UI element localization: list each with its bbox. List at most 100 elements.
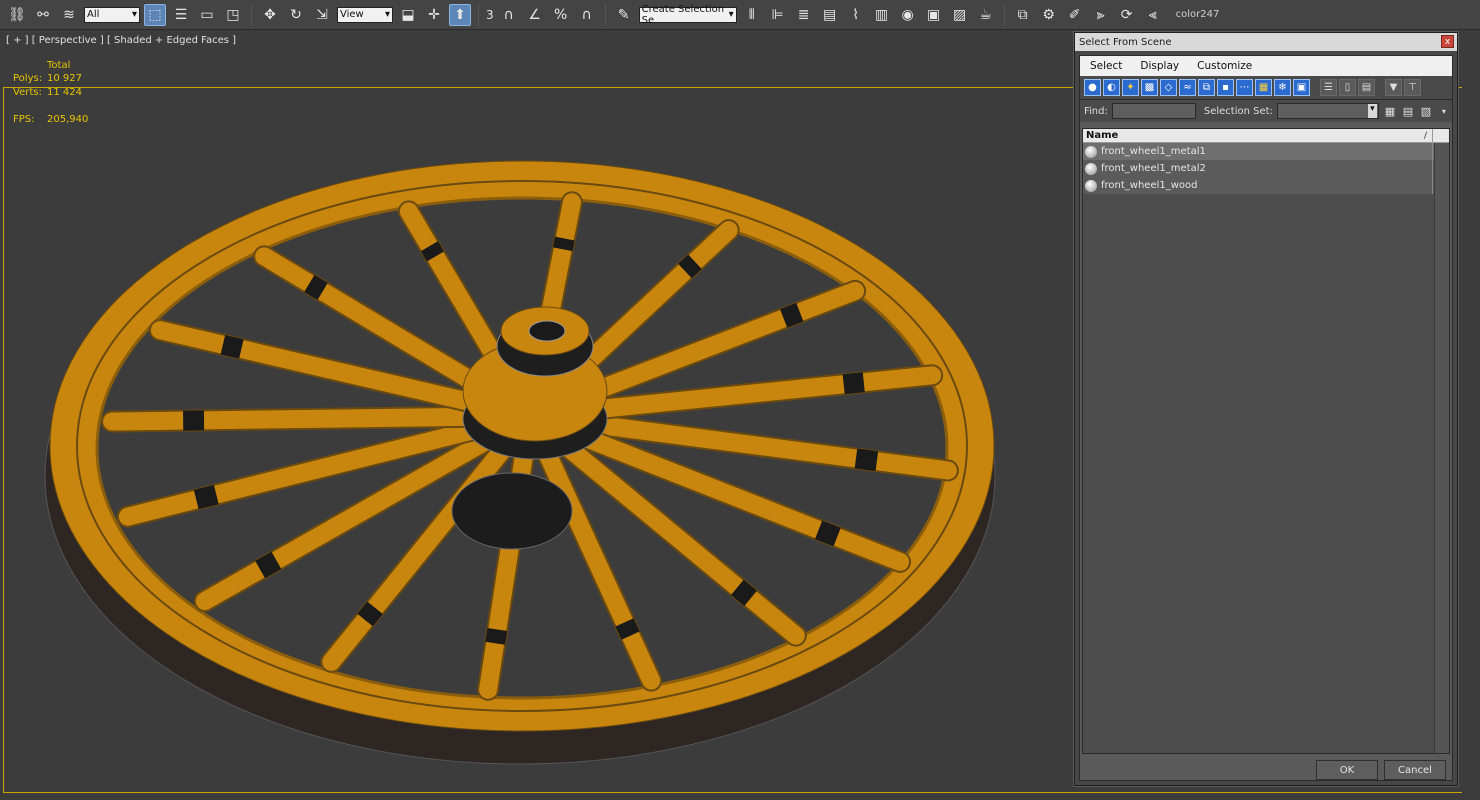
advanced-filter-icon[interactable]: ⊤: [1404, 79, 1421, 96]
mirror-icon[interactable]: ⫴: [741, 4, 763, 26]
material-editor-icon[interactable]: ◉: [897, 4, 919, 26]
link-icon[interactable]: ⛓: [6, 4, 28, 26]
object-name: front_wheel1_metal2: [1101, 163, 1206, 174]
scale-icon[interactable]: ⇲: [311, 4, 333, 26]
spoke-metal-band: [420, 241, 445, 262]
spinner-snap-icon[interactable]: ∩: [576, 4, 598, 26]
menu-select[interactable]: Select: [1090, 60, 1122, 72]
rotate-icon[interactable]: ↻: [285, 4, 307, 26]
display-lights-icon[interactable]: ✦: [1122, 79, 1139, 96]
render-production-icon[interactable]: ☕: [975, 4, 997, 26]
list-header: Name /: [1083, 129, 1449, 143]
reset-xform-icon[interactable]: ⟳: [1116, 4, 1138, 26]
select-by-name-icon[interactable]: ☰: [170, 4, 192, 26]
object-name: front_wheel1_wood: [1101, 180, 1198, 191]
cancel-button[interactable]: Cancel: [1384, 760, 1446, 780]
collapse-icon[interactable]: ⫷: [1142, 4, 1164, 26]
select-all-icon[interactable]: ☰: [1320, 79, 1337, 96]
hub-axle-hole: [528, 320, 566, 342]
select-invert-icon[interactable]: ▤: [1358, 79, 1375, 96]
dialog-title: Select From Scene: [1079, 36, 1172, 48]
angle-snap-icon[interactable]: ∠: [524, 4, 546, 26]
align-icon[interactable]: ⊫: [767, 4, 789, 26]
edit-named-selection-icon[interactable]: ✎: [613, 4, 635, 26]
render-setup-icon[interactable]: ▣: [923, 4, 945, 26]
named-selection-dropdown[interactable]: Create Selection Se: [638, 4, 737, 26]
select-object-icon[interactable]: ⬚: [144, 3, 166, 26]
toggle-ribbon-icon[interactable]: ▤: [819, 4, 841, 26]
object-paint-icon[interactable]: ✐: [1064, 4, 1086, 26]
spoke-metal-band: [485, 628, 508, 645]
ok-button[interactable]: OK: [1316, 760, 1378, 780]
list-item[interactable]: front_wheel1_metal2: [1083, 160, 1449, 177]
curve-editor-icon[interactable]: ⌇: [845, 4, 867, 26]
find-input[interactable]: [1111, 103, 1196, 119]
display-frozen-icon[interactable]: ❄: [1274, 79, 1291, 96]
select-none-icon[interactable]: ▯: [1339, 79, 1356, 96]
menu-display[interactable]: Display: [1140, 60, 1179, 72]
spoke-metal-band: [255, 551, 282, 579]
spoke-metal-band: [304, 274, 328, 301]
column-divider: [1432, 160, 1433, 177]
percent-snap-icon[interactable]: %: [550, 4, 572, 26]
display-groups-icon[interactable]: ⧉: [1198, 79, 1215, 96]
snap-toggle-number[interactable]: 3: [486, 8, 494, 22]
find-label: Find:: [1084, 105, 1108, 117]
spoke-metal-band: [678, 254, 702, 279]
remove-from-selection-set-icon[interactable]: ▧: [1419, 104, 1433, 118]
spoke-metal-band: [730, 579, 758, 607]
display-space-warps-icon[interactable]: ≈: [1179, 79, 1196, 96]
unlink-icon[interactable]: ⚯: [32, 4, 54, 26]
window-crossing-icon[interactable]: ◳: [222, 4, 244, 26]
spoke-metal-band: [814, 520, 841, 547]
toolbar-separator: [604, 3, 606, 26]
spoke-metal-band: [357, 601, 383, 627]
rendered-frame-window-icon[interactable]: ▨: [949, 4, 971, 26]
display-shapes-icon[interactable]: ◐: [1103, 79, 1120, 96]
list-item[interactable]: front_wheel1_wood: [1083, 177, 1449, 194]
column-name-header[interactable]: Name: [1086, 130, 1118, 141]
new-selection-set-icon[interactable]: ▦: [1383, 104, 1397, 118]
display-xrefs-icon[interactable]: ▪: [1217, 79, 1234, 96]
main-toolbar: ⛓ ⚯ ≋ All ⬚ ☰ ▭ ◳ ✥ ↻ ⇲ View ⬓ ✛ ⬆ 3 ∩ ∠…: [0, 0, 1480, 30]
selection-filter-dropdown[interactable]: All: [84, 6, 140, 23]
pivot-center-icon[interactable]: ⬓: [397, 4, 419, 26]
geometry-object-icon: [1085, 179, 1097, 192]
wagon-wheel-model[interactable]: [0, 31, 1075, 800]
add-to-selection-set-icon[interactable]: ▤: [1401, 104, 1415, 118]
open-container-icon[interactable]: ⧉: [1012, 4, 1034, 26]
selection-set-dropdown[interactable]: [1276, 103, 1379, 119]
list-item[interactable]: front_wheel1_metal1: [1083, 143, 1449, 160]
spoke-metal-band: [780, 302, 804, 328]
close-icon[interactable]: x: [1441, 35, 1454, 48]
rectangular-selection-icon[interactable]: ▭: [196, 4, 218, 26]
filter-icon[interactable]: ▼: [1385, 79, 1402, 96]
sort-indicator[interactable]: /: [1424, 131, 1427, 141]
display-containers-icon[interactable]: ▦: [1255, 79, 1272, 96]
move-icon[interactable]: ✥: [259, 4, 281, 26]
display-hidden-icon[interactable]: ▣: [1293, 79, 1310, 96]
spoke-metal-band: [220, 334, 244, 359]
spoke-metal-band: [842, 372, 865, 395]
expand-chevron-icon[interactable]: ▾: [1437, 104, 1451, 118]
find-row: Find: Selection Set: ▦ ▤ ▧ ▾: [1080, 100, 1452, 122]
display-geometry-icon[interactable]: ●: [1084, 79, 1101, 96]
select-manipulate-icon[interactable]: ✛: [423, 4, 445, 26]
scene-explorer-icon[interactable]: ⚙: [1038, 4, 1060, 26]
reference-coordinate-dropdown[interactable]: View: [337, 6, 393, 23]
display-cameras-icon[interactable]: ▩: [1141, 79, 1158, 96]
keyboard-shortcut-override-icon[interactable]: ⬆: [449, 3, 471, 26]
bind-space-warp-icon[interactable]: ≋: [58, 4, 80, 26]
schematic-view-icon[interactable]: ▥: [871, 4, 893, 26]
display-helpers-icon[interactable]: ◇: [1160, 79, 1177, 96]
display-bones-icon[interactable]: ⋯: [1236, 79, 1253, 96]
hub-bottom: [451, 472, 573, 550]
populate-icon[interactable]: ⫸: [1090, 4, 1112, 26]
menu-customize[interactable]: Customize: [1197, 60, 1252, 72]
snap-toggle-icon[interactable]: ∩: [498, 4, 520, 26]
dialog-titlebar[interactable]: Select From Scene x: [1075, 33, 1457, 51]
column-divider: [1432, 129, 1433, 143]
dialog-menubar: Select Display Customize: [1080, 56, 1452, 76]
list-scrollbar[interactable]: [1434, 143, 1449, 753]
layer-explorer-icon[interactable]: ≣: [793, 4, 815, 26]
